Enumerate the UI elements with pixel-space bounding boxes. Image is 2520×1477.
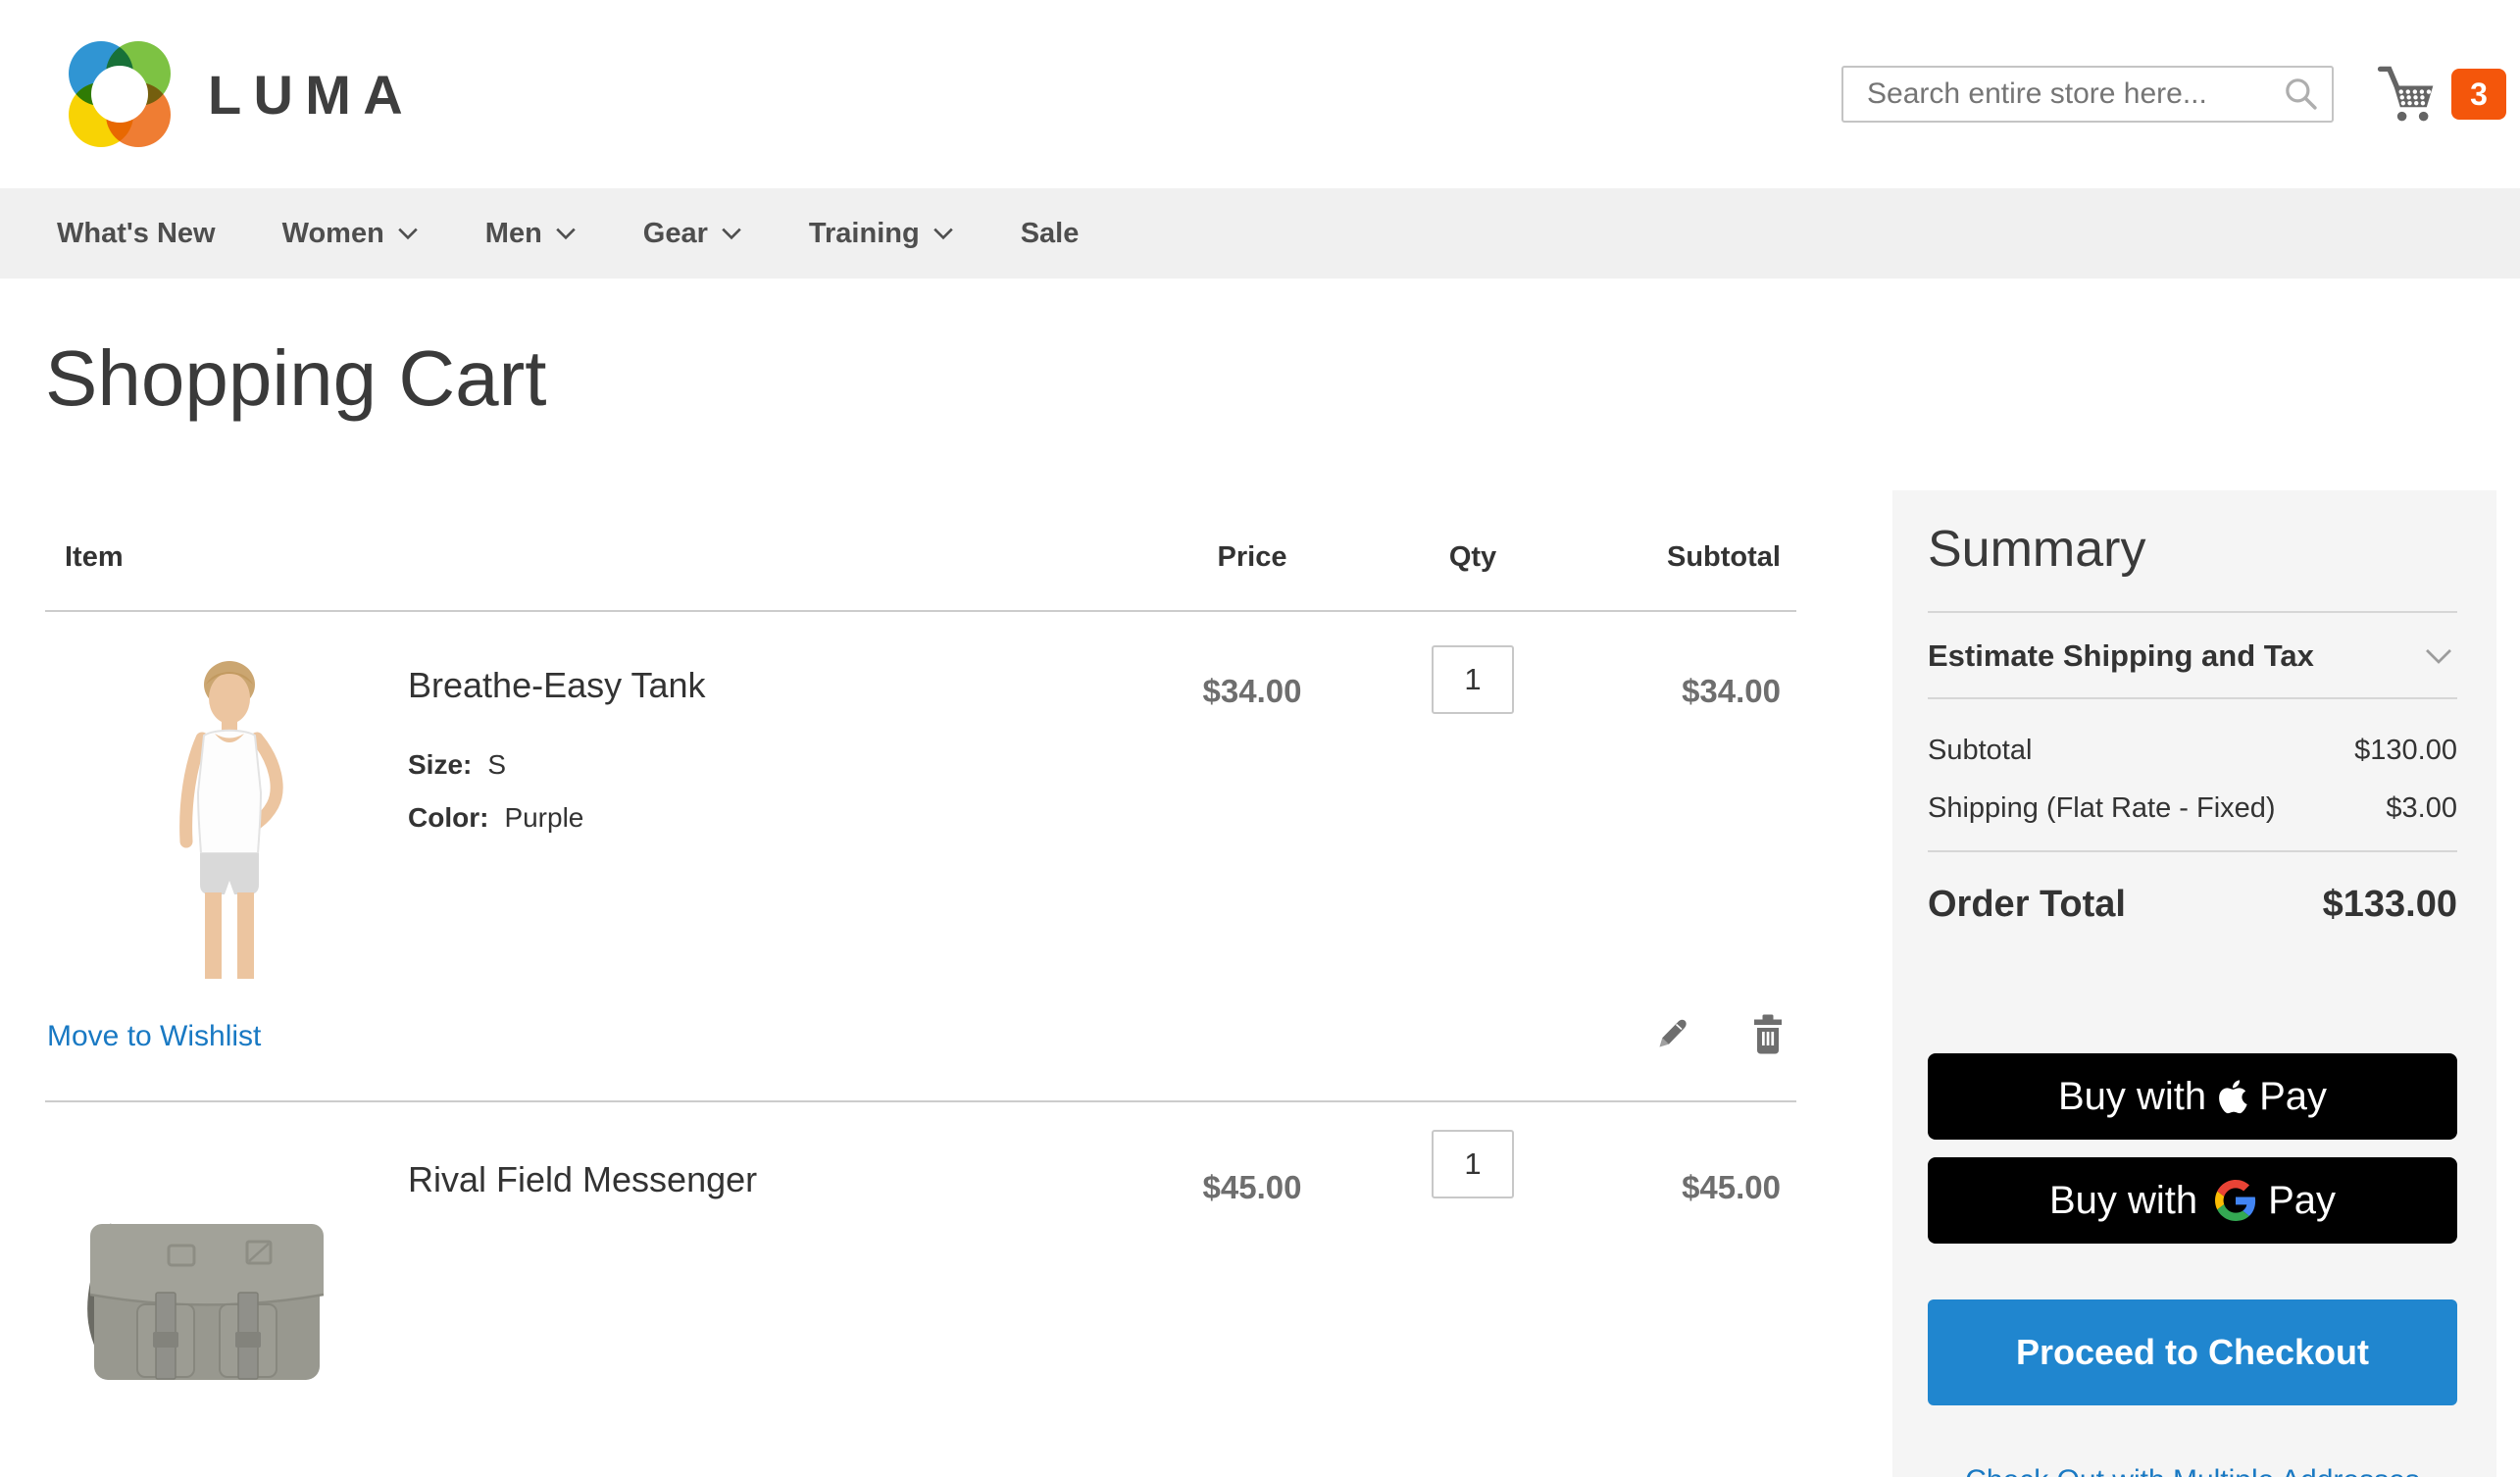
summary-subtotal-label: Subtotal	[1928, 735, 2033, 766]
nav-item-label: Women	[281, 217, 384, 249]
product-name-link[interactable]: Breathe-Easy Tank	[408, 665, 706, 706]
search-submit-button[interactable]	[2283, 76, 2320, 116]
main-nav: What's New Women Men Gear Training Sale	[0, 188, 2520, 279]
cart-summary-panel: Summary Estimate Shipping and Tax Subtot…	[1892, 490, 2496, 1477]
order-total-row: Order Total $133.00	[1928, 852, 2457, 926]
page-title: Shopping Cart	[45, 334, 547, 422]
product-photo-tank	[55, 645, 339, 979]
apple-logo-icon	[2219, 1080, 2247, 1114]
cart-item-row: Rival Field Messenger $45.00 $45.00	[45, 1102, 1796, 1477]
option-label: Color:	[408, 802, 489, 833]
column-header-price: Price	[1217, 541, 1287, 573]
store-logo-text: LUMA	[208, 63, 416, 126]
proceed-to-checkout-button[interactable]: Proceed to Checkout	[1928, 1299, 2457, 1405]
order-total-value: $133.00	[2322, 884, 2457, 925]
chevron-down-icon	[932, 228, 953, 240]
search-input[interactable]	[1841, 66, 2334, 123]
item-price: $34.00	[1202, 673, 1302, 709]
edit-item-button[interactable]	[1653, 1014, 1692, 1058]
cart-count-badge: 3	[2451, 69, 2506, 120]
buy-with-apple-pay-button[interactable]: Buy with Pay	[1928, 1053, 2457, 1140]
chevron-down-icon	[398, 228, 418, 240]
estimate-shipping-label: Estimate Shipping and Tax	[1928, 638, 2314, 673]
qty-input[interactable]	[1432, 1130, 1514, 1198]
option-value: Purple	[504, 802, 584, 833]
summary-shipping-value: $3.00	[2386, 792, 2457, 824]
cart-icon	[2377, 66, 2434, 122]
option-value: S	[487, 749, 507, 780]
item-price: $45.00	[1202, 1169, 1302, 1205]
summary-subtotal-value: $130.00	[2354, 735, 2457, 766]
item-actions-row: Move to Wishlist	[45, 984, 1796, 1102]
cart-table: Item Price Qty Subtotal Breathe-Easy Tan…	[45, 490, 1796, 1477]
product-image-breathe-easy-tank[interactable]	[55, 645, 339, 984]
nav-item-label: What's New	[57, 217, 216, 249]
order-total-label: Order Total	[1928, 884, 2126, 925]
option-label: Size:	[408, 749, 473, 780]
product-image-rival-field-messenger[interactable]	[55, 1130, 339, 1477]
chevron-down-icon	[556, 228, 576, 240]
nav-item-women[interactable]: Women	[282, 218, 419, 250]
minicart-button[interactable]: 3	[2375, 65, 2506, 124]
summary-title: Summary	[1928, 521, 2146, 578]
column-header-subtotal: Subtotal	[1667, 541, 1781, 573]
nav-item-label: Sale	[1020, 217, 1080, 249]
cart-table-header: Item Price Qty Subtotal	[45, 490, 1796, 612]
chevron-down-icon	[722, 228, 741, 240]
site-header: LUMA 3	[0, 0, 2520, 188]
nav-item-label: Training	[808, 217, 920, 249]
buy-with-google-pay-button[interactable]: Buy with Pay	[1928, 1157, 2457, 1244]
search-box	[1841, 66, 2334, 123]
nav-item-label: Gear	[642, 217, 708, 249]
pencil-icon	[1659, 1019, 1687, 1047]
google-logo-icon	[2215, 1180, 2256, 1221]
summary-shipping-label: Shipping (Flat Rate - Fixed)	[1928, 792, 2276, 824]
chevron-down-icon	[2426, 649, 2451, 664]
nav-item-whats-new[interactable]: What's New	[57, 218, 216, 250]
nav-item-label: Men	[484, 217, 542, 249]
summary-shipping-row: Shipping (Flat Rate - Fixed) $3.00	[1928, 767, 2457, 825]
multi-address-checkout-link[interactable]: Check Out with Multiple Addresses	[1928, 1464, 2457, 1477]
summary-subtotal-row: Subtotal $130.00	[1928, 699, 2457, 767]
trash-icon	[1754, 1014, 1782, 1054]
product-name-link[interactable]: Rival Field Messenger	[408, 1159, 757, 1200]
nav-item-training[interactable]: Training	[809, 218, 954, 250]
nav-item-sale[interactable]: Sale	[1021, 218, 1080, 250]
column-header-qty: Qty	[1448, 541, 1497, 573]
product-photo-bag	[55, 1130, 339, 1477]
store-logo-link[interactable]: LUMA	[57, 31, 415, 157]
luma-logo-icon	[69, 41, 171, 147]
qty-input[interactable]	[1432, 645, 1514, 714]
remove-item-button[interactable]	[1749, 1013, 1787, 1059]
cart-item-row: Breathe-Easy Tank Size: S Color: Purple	[45, 612, 1796, 984]
item-subtotal: $45.00	[1682, 1169, 1781, 1205]
move-to-wishlist-link[interactable]: Move to Wishlist	[47, 1020, 261, 1053]
nav-item-gear[interactable]: Gear	[643, 218, 742, 250]
search-icon	[2286, 78, 2317, 110]
main-content: Shopping Cart Item Price Qty Subtotal Br…	[0, 333, 2520, 1477]
nav-item-men[interactable]: Men	[485, 218, 577, 250]
item-options: Size: S Color: Purple	[408, 749, 706, 834]
column-header-item: Item	[65, 541, 124, 573]
item-subtotal: $34.00	[1682, 673, 1781, 709]
estimate-shipping-toggle[interactable]: Estimate Shipping and Tax	[1928, 613, 2457, 697]
